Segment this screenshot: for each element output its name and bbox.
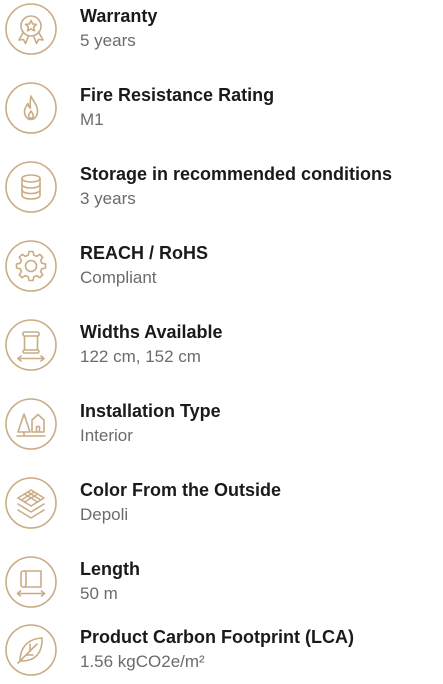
spec-value: 1.56 kgCO2e/m²	[80, 652, 205, 671]
spec-value: M1	[80, 110, 104, 129]
spec-value: Compliant	[80, 268, 157, 287]
spec-item-color-outside: Color From the Outside Depoli	[0, 475, 443, 535]
spec-item-fire-resistance: Fire Resistance Rating M1	[0, 80, 443, 140]
spec-title: Product Carbon Footprint (LCA)	[80, 627, 354, 647]
spec-item-installation-type: Installation Type Interior	[0, 396, 443, 456]
spec-item-storage: Storage in recommended conditions 3 year…	[0, 159, 443, 219]
spec-item-widths-available: Widths Available 122 cm, 152 cm	[0, 317, 443, 377]
spec-value: 50 m	[80, 584, 118, 603]
spec-item-length: Length 50 m	[0, 554, 443, 614]
spec-title: Length	[80, 559, 140, 579]
spec-title: Color From the Outside	[80, 480, 282, 500]
spec-value: 3 years	[80, 189, 136, 208]
award-badge-icon	[4, 2, 58, 56]
flame-icon	[4, 81, 58, 135]
layers-icon	[4, 476, 58, 530]
roll-length-icon	[4, 555, 58, 609]
roll-width-icon	[4, 318, 58, 372]
spec-title: Warranty	[80, 6, 158, 26]
leaf-icon	[4, 623, 58, 677]
tree-house-icon	[4, 397, 58, 451]
spec-value: Interior	[80, 426, 133, 445]
spec-title: Installation Type	[80, 401, 221, 421]
spec-item-warranty: Warranty 5 years	[0, 1, 443, 61]
spec-value: 5 years	[80, 31, 136, 50]
spec-value: Depoli	[80, 505, 129, 524]
gear-icon	[4, 239, 58, 293]
spec-title: Storage in recommended conditions	[80, 164, 393, 184]
spec-item-carbon-footprint: Product Carbon Footprint (LCA) 1.56 kgCO…	[0, 622, 443, 682]
spec-title: Fire Resistance Rating	[80, 85, 275, 105]
spec-title: Widths Available	[80, 322, 223, 342]
spec-title: REACH / RoHS	[80, 243, 209, 263]
spec-value: 122 cm, 152 cm	[80, 347, 201, 366]
spec-item-reach-rohs: REACH / RoHS Compliant	[0, 238, 443, 298]
spec-list: Warranty 5 years Fire Resistance Rating …	[0, 0, 443, 684]
database-storage-icon	[4, 160, 58, 214]
